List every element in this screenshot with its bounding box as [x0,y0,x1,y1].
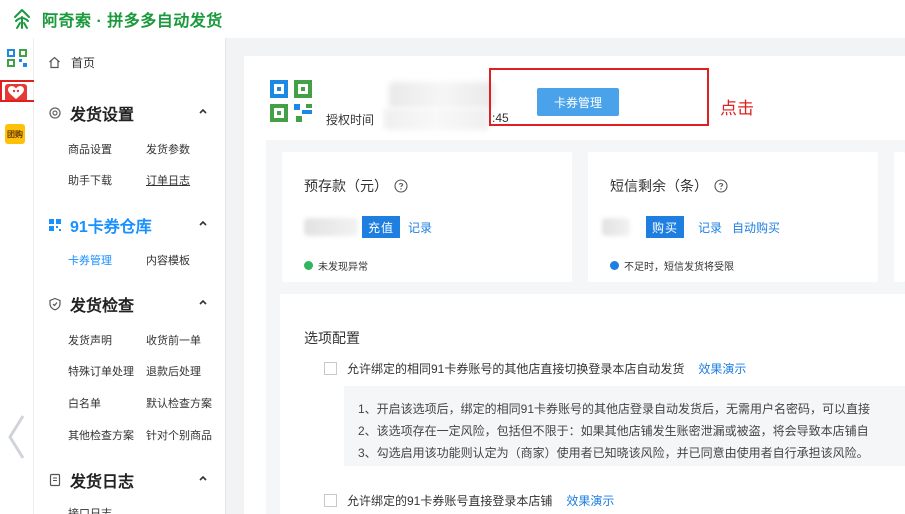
sidebar-item-before-receipt[interactable]: 收货前一单 [146,332,201,348]
click-annotation: 点击 [720,99,754,118]
status-text: 不足时，短信发货将受限 [624,262,734,273]
coupon-icon[interactable]: 团购 [5,124,25,144]
group-title: 发货设置 [70,107,135,124]
group-title: 91卡券仓库 [70,219,152,236]
help-icon[interactable] [714,179,728,193]
group-91-coupon-warehouse[interactable]: 91卡券仓库 [48,213,218,237]
sidebar-item-after-refund[interactable]: 退款后处理 [146,363,201,379]
info-icon [610,261,619,270]
sidebar-item-assistant-download[interactable]: 助手下载 [68,172,112,188]
app-title: 阿奇索 · 拼多多自动发货 [42,13,223,30]
redacted-account-name [389,82,494,108]
prepaid-status: 未发现异常 [304,258,368,273]
highlight-box [489,68,709,126]
top-header: 阿奇索 · 拼多多自动发货 [0,0,905,38]
sidebar-item-order-log[interactable]: 订单日志 [146,172,190,188]
option-label: 允许绑定的91卡券账号直接登录本店铺 [347,494,553,508]
prepaid-title: 预存款（元） [304,178,388,194]
app-switcher-rail: 团购 [0,38,34,514]
check-circle-icon [304,261,313,270]
third-card-edge [894,152,905,282]
sidebar-item-special-orders[interactable]: 特殊订单处理 [68,363,134,379]
status-text: 未发现异常 [318,262,368,273]
note-line: 2、该选项存在一定风险，包括但不限于：如果其他店铺发生账密泄漏或被盗，将会导致本… [358,424,869,438]
option-notes: 1、开启该选项后，绑定的相同91卡券账号的其他店登录自动发货后，无需用户名密码，… [344,386,905,466]
option-switch-login: 允许绑定的相同91卡券账号的其他店直接切换登录本店自动发货 效果演示 [324,360,746,377]
sidebar-item-default-check[interactable]: 默认检查方案 [146,395,212,411]
demo-link[interactable]: 效果演示 [698,360,746,377]
option-label: 允许绑定的相同91卡券账号的其他店直接切换登录本店自动发货 [347,362,685,376]
group-title: 发货日志 [70,474,135,491]
group-delivery-settings[interactable]: 发货设置 [48,101,218,125]
buy-sms-button[interactable]: 购买 [646,216,685,238]
sidebar-item-home[interactable]: 首页 [48,54,95,71]
sidebar-item-other-check[interactable]: 其他检查方案 [68,427,134,443]
home-icon [48,56,61,69]
qr-code-icon [268,78,314,124]
sidebar-item-specific-products[interactable]: 针对个别商品 [146,427,212,443]
option-checkbox[interactable] [324,494,337,507]
chevron-up-icon [198,294,208,305]
prepaid-card: 预存款（元） 充值 记录 未发现异常 [282,152,572,282]
document-icon [48,473,62,487]
qr-code-icon[interactable] [6,48,28,68]
option-checkbox[interactable] [324,362,337,375]
sidebar-item-content-template[interactable]: 内容模板 [146,252,190,268]
recharge-button[interactable]: 充值 [362,216,401,238]
redacted-balance [304,218,358,236]
auto-buy-link[interactable]: 自动购买 [732,219,780,236]
group-delivery-check[interactable]: 发货检查 [48,292,218,316]
redacted-auth-time [384,108,489,130]
redacted-sms-count [602,218,630,236]
chevron-up-icon [198,215,208,226]
group-title: 发货检查 [70,298,135,315]
auth-time-label: 授权时间 [326,113,375,127]
card-title: 预存款（元） [304,176,408,196]
sidebar-item-delivery-params[interactable]: 发货参数 [146,141,190,157]
qr-code-icon [48,218,62,232]
options-section: 选项配置 允许绑定的相同91卡券账号的其他店直接切换登录本店自动发货 效果演示 … [280,294,905,514]
sidebar-menu: 首页 发货设置 商品设置 发货参数 助手下载 订单日志 91卡券仓库 卡券管理 … [34,38,226,514]
help-icon[interactable] [394,179,408,193]
sidebar-item-label: 首页 [71,56,96,70]
chevron-up-icon [198,103,208,114]
sms-card: 短信剩余（条） 购买 记录 自动购买 不足时，短信发货将受限 [588,152,878,282]
main-content: 授权时间 :45 卡券管理 点击 预存款（元） 充值 记录 未发现异常 短信剩余… [244,56,905,514]
group-delivery-log[interactable]: 发货日志 [48,468,218,492]
prepaid-record-link[interactable]: 记录 [408,219,432,236]
options-title: 选项配置 [304,330,360,346]
card-title: 短信剩余（条） [610,176,728,196]
sms-status: 不足时，短信发货将受限 [610,258,734,273]
sidebar-item-delivery-statement[interactable]: 发货声明 [68,332,112,348]
sms-title: 短信剩余（条） [610,178,708,194]
demo-link[interactable]: 效果演示 [566,492,614,509]
collapse-arrow-icon[interactable] [6,414,26,460]
note-line: 1、开启该选项后，绑定的相同91卡券账号的其他店登录自动发货后，无需用户名密码，… [358,402,871,416]
note-line: 3、勾选启用该功能则认定为（商家）使用者已知晓该风险，并已同意由使用者自行承担该… [358,446,869,460]
option-direct-login: 允许绑定的91卡券账号直接登录本店铺 效果演示 [324,492,614,509]
shield-icon [48,297,62,311]
gear-icon [48,106,62,120]
sidebar-item-interface-log[interactable]: 接口日志 [68,505,112,514]
aqiso-logo-icon [10,7,34,31]
chevron-up-icon [198,470,208,481]
account-header: 授权时间 :45 卡券管理 点击 [244,56,905,142]
sidebar-item-coupon-management[interactable]: 卡券管理 [68,252,112,268]
sms-record-link[interactable]: 记录 [698,219,722,236]
sidebar-item-whitelist[interactable]: 白名单 [68,395,101,411]
sidebar-item-product-settings[interactable]: 商品设置 [68,141,112,157]
